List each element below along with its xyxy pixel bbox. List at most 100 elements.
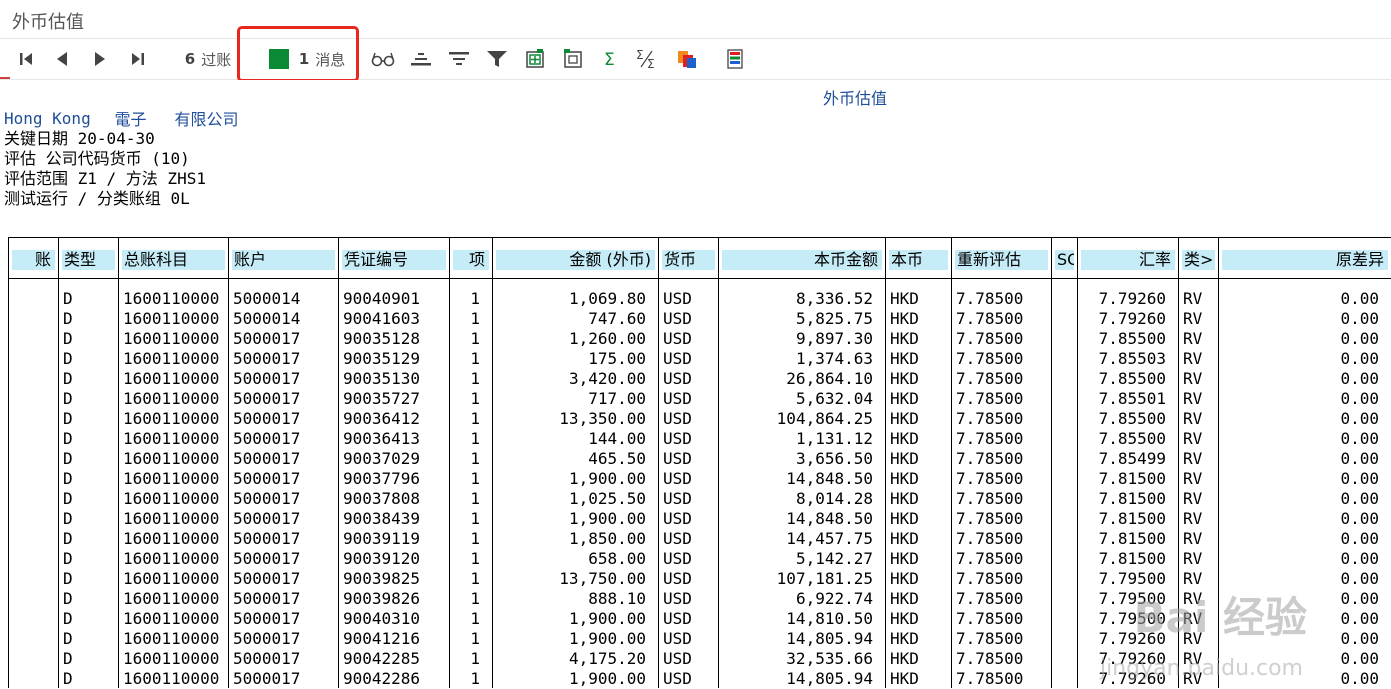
cell-currency: USD <box>663 429 692 448</box>
cell-currency: USD <box>663 529 692 548</box>
cell-account: 5000017 <box>233 389 301 408</box>
column-header-exchange-rate[interactable]: 汇率 <box>1081 250 1175 270</box>
detail-button[interactable] <box>370 45 396 73</box>
column-header-gl-account[interactable]: 总账科目 <box>122 250 225 270</box>
column-header-document-number[interactable]: 凭证编号 <box>342 250 446 270</box>
table-row[interactable]: D 1600110000 5000017 90035727 1 717.00 USD 5,63… <box>9 389 1391 409</box>
sort-ascending-button[interactable] <box>408 45 434 73</box>
report-title: 外币估值 <box>823 89 888 108</box>
cell-fc-amount: 1,900.00 <box>568 469 646 488</box>
valuation-line: 评估 公司代码货币 (10) <box>4 149 190 168</box>
cell-exchange-rate: 7.81500 <box>1098 469 1166 488</box>
cell-lc-amount: 26,864.10 <box>786 369 873 388</box>
cell-revaluation-rate: 7.78500 <box>956 389 1024 408</box>
cell-document-number: 90036413 <box>343 429 421 448</box>
cell-gl-account: 1600110000 <box>123 329 220 348</box>
filter-icon <box>487 51 507 67</box>
cell-sg <box>1056 669 1076 689</box>
cell-fc-amount: 3,420.00 <box>568 369 646 388</box>
subtotal-button[interactable]: ΣΣ <box>634 45 660 73</box>
layout-button[interactable] <box>674 45 700 73</box>
sum-button[interactable]: Σ <box>598 45 622 73</box>
table-row[interactable]: D 1600110000 5000017 90038439 1 1,900.00 USD 14… <box>9 509 1391 529</box>
column-header-difference[interactable]: 原差异 <box>1222 250 1388 270</box>
cell-ledger <box>11 609 46 629</box>
cell-lc-amount: 14,805.94 <box>786 669 873 688</box>
column-header-local-currency[interactable]: 本币 <box>889 250 948 270</box>
column-header-revaluation-rate[interactable]: 重新评估 <box>955 250 1048 270</box>
cell-type: D <box>63 489 73 508</box>
valuation-area-line: 评估范围 Z1 / 方法 ZHS1 <box>4 169 206 188</box>
cell-ledger <box>11 289 46 309</box>
column-header-ledger[interactable]: 账 <box>12 250 55 270</box>
table-row[interactable]: D 1600110000 5000014 90040901 1 1,069.80 USD 8,… <box>9 289 1391 309</box>
select-layout-button[interactable] <box>722 45 748 73</box>
cell-lc-amount: 6,922.74 <box>795 589 873 608</box>
cell-item: 1 <box>470 349 480 368</box>
table-row[interactable]: D 1600110000 5000017 90039120 1 658.00 USD 5,14… <box>9 549 1391 569</box>
column-header-account[interactable]: 账户 <box>232 250 335 270</box>
table-row[interactable]: D 1600110000 5000017 90035129 1 175.00 USD 1,37… <box>9 349 1391 369</box>
cell-sg <box>1056 389 1076 409</box>
cell-item: 1 <box>470 549 480 568</box>
table-row[interactable]: D 1600110000 5000017 90037029 1 465.50 USD 3,65… <box>9 449 1391 469</box>
column-header-fc-amount[interactable]: 金额 (外币) <box>496 250 655 270</box>
column-separator <box>118 238 119 688</box>
cell-lc-amount: 104,864.25 <box>776 409 873 428</box>
import-button[interactable] <box>560 45 586 73</box>
table-row[interactable]: D 1600110000 5000017 90036412 1 13,350.00 USD 1… <box>9 409 1391 429</box>
cell-account: 5000017 <box>233 489 301 508</box>
cell-fc-amount: 1,900.00 <box>568 509 646 528</box>
cell-type: D <box>63 589 73 608</box>
cell-lc-amount: 14,805.94 <box>786 629 873 648</box>
cell-exchange-rate: 7.85500 <box>1098 409 1166 428</box>
column-header-category[interactable]: 类> <box>1182 250 1215 270</box>
cell-lc-amount: 8,014.28 <box>795 489 873 508</box>
column-header-lc-amount[interactable]: 本币金额 <box>722 250 882 270</box>
cell-item: 1 <box>470 509 480 528</box>
cell-ledger <box>11 409 46 429</box>
cell-category: RV <box>1183 409 1203 428</box>
cell-exchange-rate: 7.81500 <box>1098 549 1166 568</box>
cell-item: 1 <box>470 429 480 448</box>
cell-local-currency: HKD <box>890 469 919 488</box>
last-page-button[interactable] <box>126 45 150 73</box>
column-header-item[interactable]: 项 <box>453 250 489 270</box>
cell-ledger <box>11 669 46 689</box>
cell-revaluation-rate: 7.78500 <box>956 429 1024 448</box>
table-row[interactable]: D 1600110000 5000014 90041603 1 747.60 USD 5,82… <box>9 309 1391 329</box>
first-page-button[interactable] <box>14 45 38 73</box>
cell-sg <box>1056 629 1076 649</box>
column-header-currency[interactable]: 货币 <box>662 250 715 270</box>
table-row[interactable]: D 1600110000 5000017 90035128 1 1,260.00 USD 9,… <box>9 329 1391 349</box>
export-button[interactable] <box>522 45 548 73</box>
cell-sg <box>1056 369 1076 389</box>
post-button[interactable]: 6 过账 <box>180 45 236 73</box>
previous-page-icon <box>57 52 67 66</box>
table-row[interactable]: D 1600110000 5000017 90037808 1 1,025.50 USD 8,… <box>9 489 1391 509</box>
cell-revaluation-rate: 7.78500 <box>956 569 1024 588</box>
column-separator <box>228 238 229 688</box>
table-row[interactable]: D 1600110000 5000017 90039119 1 1,850.00 USD 14… <box>9 529 1391 549</box>
cell-exchange-rate: 7.81500 <box>1098 529 1166 548</box>
cell-gl-account: 1600110000 <box>123 669 220 688</box>
cell-sg <box>1056 509 1076 529</box>
cell-sg <box>1056 409 1076 429</box>
table-row[interactable]: D 1600110000 5000017 90036413 1 144.00 USD 1,13… <box>9 429 1391 449</box>
import-icon <box>564 49 582 68</box>
previous-page-button[interactable] <box>50 45 74 73</box>
cell-account: 5000017 <box>233 629 301 648</box>
cell-fc-amount: 717.00 <box>588 389 646 408</box>
column-header-sg[interactable]: SG <box>1055 250 1074 270</box>
filter-button[interactable] <box>484 45 510 73</box>
window-title: 外币估值 <box>12 12 84 33</box>
cell-lc-amount: 8,336.52 <box>795 289 873 308</box>
cell-gl-account: 1600110000 <box>123 509 220 528</box>
cell-lc-amount: 5,632.04 <box>795 389 873 408</box>
table-row[interactable]: D 1600110000 5000017 90035130 1 3,420.00 USD 26… <box>9 369 1391 389</box>
sort-descending-button[interactable] <box>446 45 472 73</box>
table-row[interactable]: D 1600110000 5000017 90037796 1 1,900.00 USD 14… <box>9 469 1391 489</box>
cell-local-currency: HKD <box>890 289 919 308</box>
column-header-type[interactable]: 类型 <box>62 250 115 270</box>
next-page-button[interactable] <box>88 45 112 73</box>
